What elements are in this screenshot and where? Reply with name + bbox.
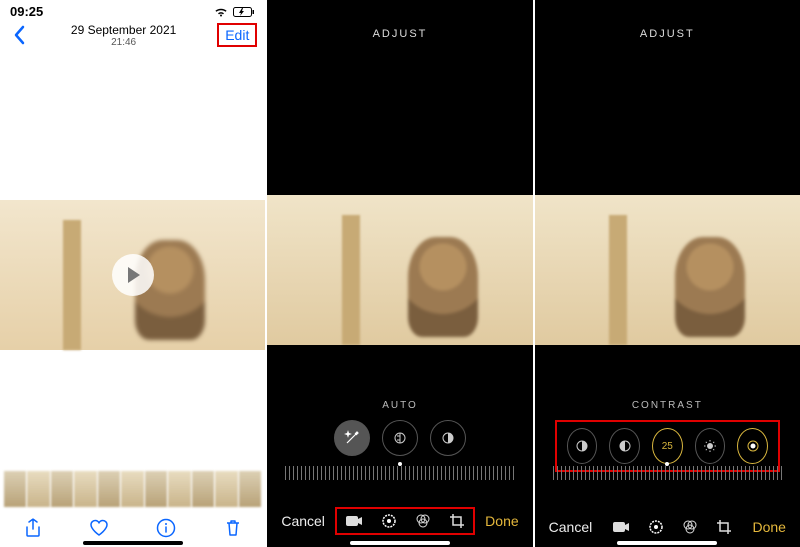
heart-icon[interactable] — [89, 519, 109, 537]
photos-preview-screen: 09:25 29 September 2021 21:46 Edit — [0, 0, 265, 547]
trash-icon[interactable] — [224, 518, 242, 538]
wifi-icon — [213, 6, 229, 18]
video-tab-icon[interactable] — [612, 520, 630, 534]
thumbnail[interactable] — [27, 471, 49, 507]
contrast-icon[interactable] — [430, 420, 466, 456]
crop-tab-icon[interactable] — [716, 519, 732, 535]
cancel-button[interactable]: Cancel — [549, 519, 593, 535]
adjustment-slider[interactable] — [285, 466, 514, 480]
home-indicator — [350, 541, 450, 545]
thumbnail[interactable] — [74, 471, 96, 507]
brightness-icon[interactable] — [695, 428, 726, 464]
filmstrip[interactable] — [0, 471, 265, 507]
thumbnail[interactable] — [98, 471, 120, 507]
contrast-icon[interactable] — [609, 428, 640, 464]
filters-tab-icon[interactable] — [682, 519, 698, 535]
thumbnail[interactable] — [168, 471, 190, 507]
thumbnail[interactable] — [4, 471, 26, 507]
video-preview[interactable] — [535, 195, 800, 345]
done-button[interactable]: Done — [753, 519, 786, 535]
back-button[interactable] — [8, 23, 30, 47]
adjustment-slider[interactable] — [553, 466, 782, 480]
done-button[interactable]: Done — [485, 513, 518, 529]
adjust-mode-label: CONTRAST — [535, 400, 800, 411]
adjustment-dials — [267, 420, 532, 456]
thumbnail[interactable] — [239, 471, 261, 507]
adjust-header: ADJUST — [267, 28, 532, 40]
exposure-icon[interactable] — [382, 420, 418, 456]
nav-bar: 29 September 2021 21:46 Edit — [0, 19, 265, 57]
contrast-value[interactable]: 25 — [652, 428, 683, 464]
video-tab-icon[interactable] — [345, 514, 363, 528]
edit-screen-auto: ADJUST AUTO Cancel — [267, 0, 532, 547]
home-indicator — [617, 541, 717, 545]
play-button[interactable] — [112, 254, 154, 296]
thumbnail[interactable] — [215, 471, 237, 507]
photo-title: 29 September 2021 21:46 — [71, 23, 176, 49]
adjust-mode-label: AUTO — [267, 400, 532, 411]
cancel-button[interactable]: Cancel — [281, 513, 325, 529]
edit-tool-tabs — [612, 519, 732, 535]
photo-time: 21:46 — [71, 37, 176, 49]
thumbnail[interactable] — [192, 471, 214, 507]
status-time: 09:25 — [10, 4, 43, 19]
home-indicator — [83, 541, 183, 545]
thumbnail[interactable] — [51, 471, 73, 507]
video-preview[interactable] — [0, 200, 265, 350]
status-bar: 09:25 — [0, 0, 265, 19]
crop-tab-icon[interactable] — [449, 513, 465, 529]
thumbnail[interactable] — [145, 471, 167, 507]
edit-tool-tabs — [335, 507, 475, 535]
share-icon[interactable] — [24, 518, 42, 538]
black-point-icon[interactable] — [737, 428, 768, 464]
thumbnail[interactable] — [121, 471, 143, 507]
play-icon — [128, 267, 140, 283]
info-icon[interactable] — [156, 518, 176, 538]
magic-wand-icon[interactable] — [334, 420, 370, 456]
adjust-tab-icon[interactable] — [381, 513, 397, 529]
video-preview[interactable] — [267, 195, 532, 345]
edit-button[interactable]: Edit — [217, 23, 257, 47]
adjust-tab-icon[interactable] — [648, 519, 664, 535]
photo-date: 29 September 2021 — [71, 23, 176, 37]
battery-icon — [233, 6, 255, 18]
adjust-header: ADJUST — [535, 28, 800, 40]
brilliance-icon[interactable] — [567, 428, 598, 464]
edit-screen-contrast: ADJUST CONTRAST 25 Cancel Done — [535, 0, 800, 547]
edit-bottom-bar: Cancel Done — [267, 507, 532, 535]
edit-bottom-bar: Cancel Done — [535, 519, 800, 535]
filters-tab-icon[interactable] — [415, 513, 431, 529]
